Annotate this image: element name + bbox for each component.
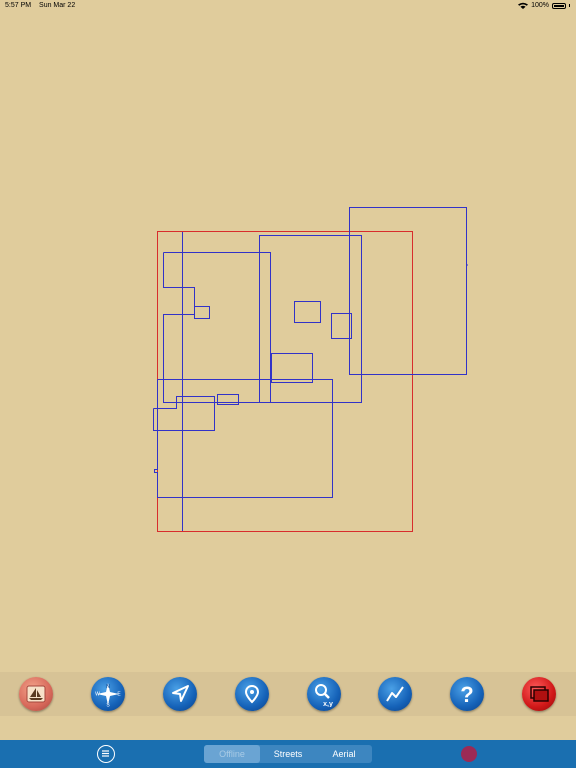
route-button[interactable] <box>378 677 412 711</box>
route-icon <box>386 686 404 702</box>
chart-outline[interactable] <box>259 235 362 403</box>
svg-text:W: W <box>95 692 100 698</box>
sailboat-icon <box>26 685 46 703</box>
chart-outline[interactable] <box>153 396 215 431</box>
chart-outline[interactable] <box>271 353 313 383</box>
segment-offline[interactable]: Offline <box>204 745 260 763</box>
chart-outline[interactable] <box>194 306 210 319</box>
chart-outline[interactable] <box>154 379 333 498</box>
windows-icon <box>530 686 549 702</box>
toolbar: N S W E x,y ? <box>0 672 576 716</box>
navigation-arrow-icon <box>172 685 189 702</box>
svg-text:x,y: x,y <box>323 701 333 707</box>
navigate-button[interactable] <box>163 677 197 711</box>
map-pin-icon <box>244 684 260 704</box>
compass-icon: N S W E <box>95 683 121 709</box>
map-view[interactable] <box>0 0 576 672</box>
coordinate-search-button[interactable]: x,y <box>307 677 341 711</box>
map-source-segmented-control: Offline Streets Aerial <box>204 745 372 763</box>
compass-button[interactable]: N S W E <box>91 677 125 711</box>
chart-outline-red[interactable] <box>157 231 413 532</box>
svg-text:E: E <box>117 692 121 698</box>
search-xy-icon: x,y <box>315 684 333 707</box>
bottom-bar: Offline Streets Aerial <box>0 740 576 768</box>
svg-text:N: N <box>106 684 110 690</box>
question-icon: ? <box>460 682 473 706</box>
svg-text:S: S <box>106 703 110 709</box>
record-icon[interactable] <box>461 746 477 762</box>
segment-aerial[interactable]: Aerial <box>316 745 372 763</box>
help-button[interactable]: ? <box>450 677 484 711</box>
segment-streets[interactable]: Streets <box>260 745 316 763</box>
chart-outline[interactable] <box>349 207 467 375</box>
boat-button[interactable] <box>19 677 53 711</box>
screens-button[interactable] <box>522 677 556 711</box>
waypoint-button[interactable] <box>235 677 269 711</box>
svg-text:?: ? <box>460 682 473 706</box>
chart-outline[interactable] <box>331 313 352 339</box>
layers-menu-icon[interactable] <box>97 745 115 763</box>
chart-outline[interactable] <box>294 301 321 323</box>
